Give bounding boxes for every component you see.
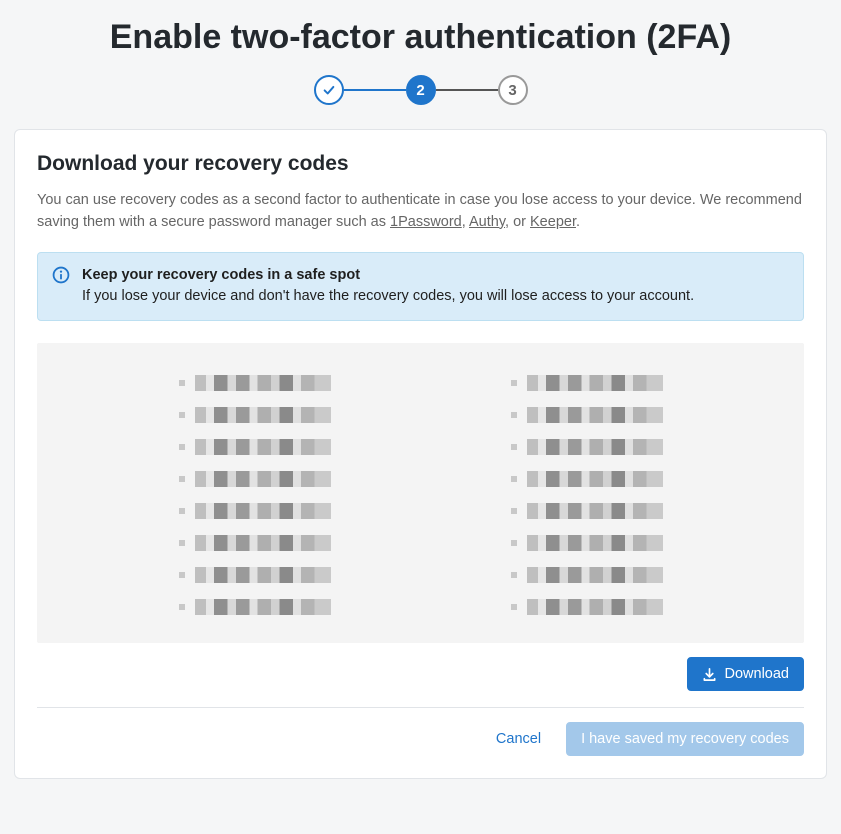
recovery-code-obscured — [527, 567, 663, 583]
recovery-code-obscured — [195, 535, 331, 551]
cancel-button[interactable]: Cancel — [481, 722, 556, 756]
progress-stepper: 2 3 — [0, 75, 841, 105]
recovery-codes-card: Download your recovery codes You can use… — [14, 129, 827, 779]
recovery-code-item — [511, 407, 663, 423]
recovery-code-obscured — [527, 471, 663, 487]
alert-body: If you lose your device and don't have t… — [82, 286, 694, 308]
check-icon — [322, 83, 336, 97]
page-title: Enable two-factor authentication (2FA) — [0, 18, 841, 57]
recovery-code-item — [179, 375, 331, 391]
codes-column-right — [511, 375, 663, 615]
alert-content: Keep your recovery codes in a safe spot … — [82, 265, 694, 309]
download-row: Download — [37, 657, 804, 691]
step-3-inactive: 3 — [498, 75, 528, 105]
codes-column-left — [179, 375, 331, 615]
stepper-line-1 — [344, 89, 406, 91]
bullet-icon — [179, 540, 185, 546]
desc-sep1: , — [462, 214, 469, 230]
link-keeper[interactable]: Keeper — [530, 214, 576, 230]
recovery-code-obscured — [527, 439, 663, 455]
bullet-icon — [179, 444, 185, 450]
bullet-icon — [511, 476, 517, 482]
bullet-icon — [511, 540, 517, 546]
bullet-icon — [179, 412, 185, 418]
recovery-code-obscured — [527, 407, 663, 423]
recovery-code-item — [511, 375, 663, 391]
download-label: Download — [725, 666, 790, 682]
footer-divider — [37, 707, 804, 708]
bullet-icon — [179, 572, 185, 578]
recovery-code-obscured — [195, 567, 331, 583]
bullet-icon — [511, 572, 517, 578]
link-1password[interactable]: 1Password — [390, 214, 462, 230]
recovery-code-obscured — [527, 503, 663, 519]
recovery-code-item — [511, 535, 663, 551]
recovery-code-item — [179, 439, 331, 455]
recovery-code-item — [511, 599, 663, 615]
recovery-code-item — [511, 503, 663, 519]
recovery-code-obscured — [195, 471, 331, 487]
recovery-code-obscured — [195, 599, 331, 615]
bullet-icon — [511, 508, 517, 514]
bullet-icon — [511, 380, 517, 386]
info-alert: Keep your recovery codes in a safe spot … — [37, 252, 804, 322]
step-1-done — [314, 75, 344, 105]
recovery-code-obscured — [527, 535, 663, 551]
bullet-icon — [511, 604, 517, 610]
recovery-code-item — [179, 567, 331, 583]
recovery-code-obscured — [195, 439, 331, 455]
recovery-code-obscured — [527, 375, 663, 391]
section-description: You can use recovery codes as a second f… — [37, 190, 804, 234]
section-title: Download your recovery codes — [37, 152, 804, 176]
info-icon — [52, 266, 70, 284]
recovery-code-item — [511, 439, 663, 455]
recovery-code-item — [179, 407, 331, 423]
link-authy[interactable]: Authy — [469, 214, 505, 230]
stepper-line-2 — [436, 89, 498, 91]
bullet-icon — [179, 604, 185, 610]
saved-codes-button[interactable]: I have saved my recovery codes — [566, 722, 804, 756]
download-icon — [702, 667, 717, 682]
recovery-code-item — [179, 599, 331, 615]
desc-sep2: , or — [505, 214, 530, 230]
bullet-icon — [179, 508, 185, 514]
step-2-active: 2 — [406, 75, 436, 105]
recovery-code-obscured — [195, 407, 331, 423]
bullet-icon — [179, 476, 185, 482]
bullet-icon — [511, 412, 517, 418]
alert-title: Keep your recovery codes in a safe spot — [82, 265, 694, 287]
bullet-icon — [179, 380, 185, 386]
download-button[interactable]: Download — [687, 657, 805, 691]
recovery-code-item — [179, 503, 331, 519]
desc-after: . — [576, 214, 580, 230]
recovery-codes-box — [37, 343, 804, 643]
recovery-code-obscured — [195, 375, 331, 391]
recovery-code-item — [511, 471, 663, 487]
recovery-code-obscured — [195, 503, 331, 519]
recovery-code-item — [511, 567, 663, 583]
recovery-code-item — [179, 535, 331, 551]
recovery-code-obscured — [527, 599, 663, 615]
bullet-icon — [511, 444, 517, 450]
footer-actions: Cancel I have saved my recovery codes — [37, 722, 804, 756]
recovery-code-item — [179, 471, 331, 487]
